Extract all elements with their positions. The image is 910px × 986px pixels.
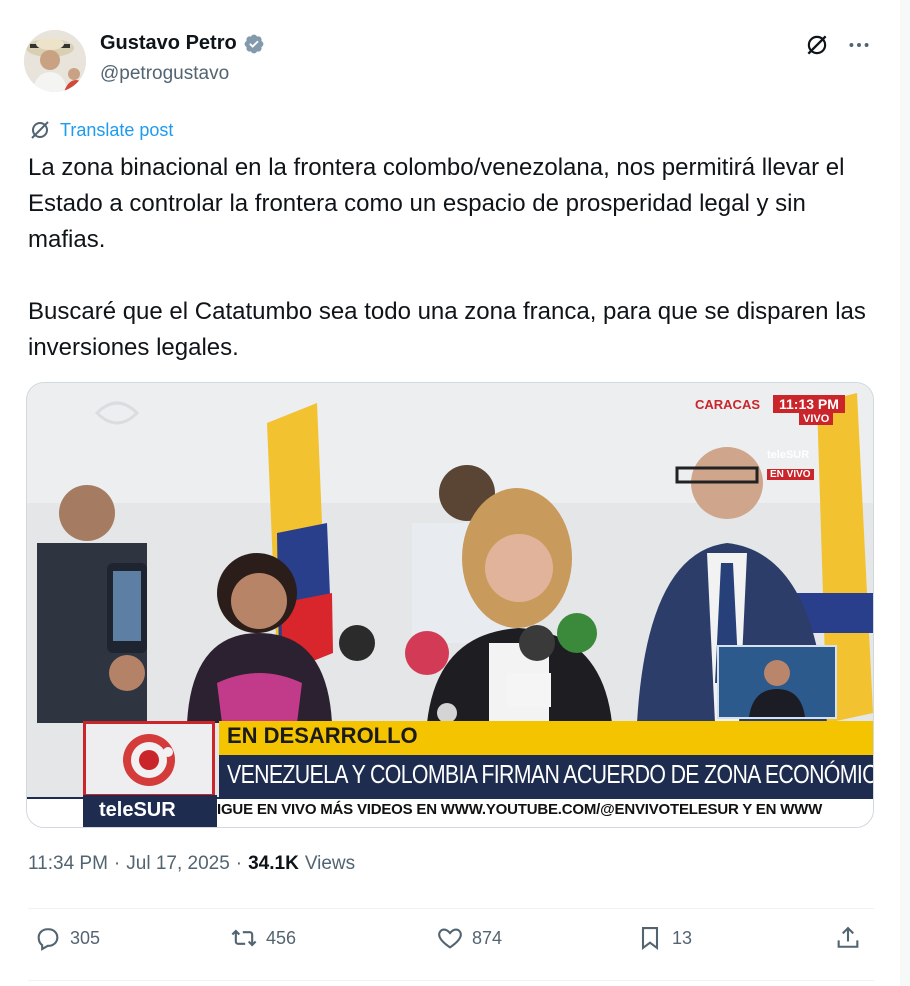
bug-vivo: VIVO bbox=[799, 413, 834, 425]
bug-channel: teleSUR bbox=[767, 449, 810, 461]
bookmark-icon bbox=[641, 927, 659, 951]
bookmark-count: 13 bbox=[672, 927, 693, 948]
reply-icon bbox=[37, 928, 59, 951]
post-time[interactable]: 11:34 PM bbox=[28, 853, 108, 875]
action-bar: 305 456 874 13 bbox=[28, 924, 874, 964]
like-count: 874 bbox=[472, 927, 503, 948]
post-meta: 11:34 PM · Jul 17, 2025 · 34.1K Views bbox=[28, 853, 355, 875]
translate-label[interactable]: Translate post bbox=[60, 120, 173, 141]
meta-separator: · bbox=[235, 853, 243, 874]
like-icon bbox=[438, 928, 462, 949]
share-button[interactable] bbox=[834, 924, 862, 952]
ticker-text: IGUE EN VIVO MÁS VIDEOS EN WWW.YOUTUBE.C… bbox=[217, 801, 823, 818]
author-handle[interactable]: @petrogustavo bbox=[100, 63, 229, 85]
post-text: La zona binacional en la frontera colomb… bbox=[28, 154, 866, 361]
repost-count: 456 bbox=[266, 927, 297, 948]
reply-button[interactable]: 305 bbox=[34, 924, 100, 952]
headline-main: VENEZUELA Y COLOMBIA FIRMAN ACUERDO DE Z… bbox=[227, 759, 874, 789]
telesur-logo-box bbox=[83, 721, 215, 797]
bookmark-button[interactable]: 13 bbox=[636, 924, 692, 952]
avatar-image bbox=[24, 30, 86, 92]
reply-count: 305 bbox=[70, 927, 101, 948]
like-button[interactable]: 874 bbox=[436, 924, 502, 952]
sign-language-inset bbox=[717, 645, 837, 719]
sign-interpreter-image bbox=[719, 647, 835, 717]
post-card: Gustavo Petro @petrogustavo Translate po… bbox=[0, 0, 901, 986]
share-icon bbox=[837, 926, 859, 948]
verified-badge-icon[interactable] bbox=[243, 33, 265, 55]
author-name-row: Gustavo Petro bbox=[100, 32, 265, 55]
post-date[interactable]: Jul 17, 2025 bbox=[126, 853, 230, 875]
repost-icon bbox=[231, 929, 257, 947]
author-avatar[interactable] bbox=[24, 30, 86, 92]
telesur-globe-logo bbox=[123, 734, 175, 786]
views-label: Views bbox=[304, 853, 356, 874]
top-actions bbox=[804, 32, 872, 58]
bug-envivo: EN VIVO bbox=[767, 469, 814, 480]
divider-top bbox=[28, 908, 874, 909]
divider-bottom bbox=[28, 980, 874, 981]
more-icon[interactable] bbox=[846, 32, 872, 58]
views-count: 34.1K bbox=[248, 853, 299, 874]
channel-name: teleSUR bbox=[99, 799, 176, 821]
author-name[interactable]: Gustavo Petro bbox=[100, 32, 237, 55]
meta-separator: · bbox=[113, 853, 121, 874]
bug-time: 11:13 PM bbox=[773, 395, 845, 413]
post-video[interactable]: CARACAS 11:13 PM VIVO teleSUR EN VIVO EN… bbox=[26, 382, 874, 828]
bug-city: CARACAS bbox=[695, 397, 760, 412]
repost-button[interactable]: 456 bbox=[230, 924, 296, 952]
page-gutter bbox=[900, 0, 910, 986]
headline-top: EN DESARROLLO bbox=[227, 723, 418, 748]
translate-link[interactable]: Translate post bbox=[28, 118, 173, 142]
translate-icon bbox=[31, 121, 49, 139]
grok-icon[interactable] bbox=[804, 32, 830, 58]
